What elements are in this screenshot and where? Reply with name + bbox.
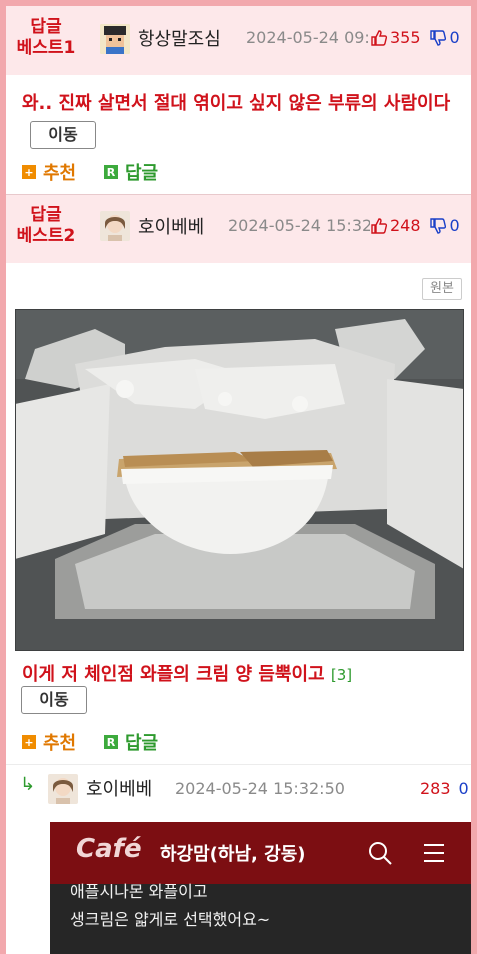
reply-arrow-icon: ↳ [20,774,36,795]
cafe-text-line: 생크림은 얇게로 선택했어요~ [70,910,271,929]
reply-label: 답글 [125,733,159,754]
like-count: 355 [390,28,421,47]
plus-square-icon: + [22,735,36,749]
attached-photo[interactable] [15,309,464,651]
move-button[interactable]: 이동 [30,121,96,149]
vote-counts: 248 0 [370,216,460,235]
divider [6,764,471,765]
reply-button[interactable]: R 답글 [104,159,158,185]
dislike-count: 0 [449,28,460,47]
r-square-icon: R [104,165,118,179]
nickname[interactable]: 항상말조심 [138,25,221,51]
recommend-label: 추천 [43,733,77,754]
best1-header: 답글 베스트1 항상말조심 2024-05-24 09:49:47 355 0 [6,6,471,75]
reply-body: 이게 저 체인점 와플의 크림 양 듬뿍이고 [3] [22,659,462,691]
dislike-count: 0 [449,216,460,235]
vote-counts: 283 0 [418,779,469,798]
move-button[interactable]: 이동 [21,686,87,714]
like-count: 283 [420,779,451,798]
avatar[interactable] [48,774,78,804]
cafe-text-line: 애플시나몬 와플이고 [70,882,208,901]
thumb-up-icon[interactable] [370,29,388,47]
avatar[interactable] [100,211,130,241]
reply-text: 이게 저 체인점 와플의 크림 양 듬뿍이고 [22,664,325,685]
vote-counts: 355 0 [370,28,460,47]
nickname[interactable]: 호이베베 [138,213,204,239]
like-count: 248 [390,216,421,235]
thumb-down-icon[interactable] [429,217,447,235]
waffle-photo-image [15,309,464,651]
original-image-button[interactable]: 원본 [422,278,462,300]
profile-photo-icon [100,211,130,241]
post-date: 2024-05-24 15:32:50 [175,779,345,798]
best2-badge-line1: 답글 [30,205,62,225]
best1-badge-line2: 베스트1 [16,38,76,58]
recommend-button[interactable]: + 추천 [22,159,76,185]
best1-badge: 답글 베스트1 [6,17,86,59]
recommend-label: 추천 [43,163,77,184]
plus-square-icon: + [22,165,36,179]
thumb-down-icon[interactable] [429,29,447,47]
best2-badge: 답글 베스트2 [6,205,86,247]
best2-header: 답글 베스트2 호이베베 2024-05-24 15:32:1 248 0 [6,195,471,263]
search-icon[interactable] [367,840,393,866]
nickname[interactable]: 호이베베 [86,775,152,801]
comment-count[interactable]: [3] [331,666,352,684]
best1-badge-line1: 답글 [30,17,62,37]
cafe-post-body: 애플시나몬 와플이고 생크림은 얇게로 선택했어요~ [50,882,471,954]
profile-photo-icon [48,774,78,804]
post-date: 2024-05-24 15:32:1 [228,216,388,235]
comment-frame: 답글 베스트1 항상말조심 2024-05-24 09:49:47 355 0 [6,6,471,954]
best2-badge-line2: 베스트2 [16,226,76,246]
menu-icon[interactable] [422,842,446,864]
reply-body: 와.. 진짜 살면서 절대 엮이고 싶지 않은 부류의 사람이다 이동 [22,88,462,150]
dislike-count: 0 [458,779,469,798]
pixel-avatar-icon [100,24,130,54]
reply-label: 답글 [125,163,159,184]
reply-text: 와.. 진짜 살면서 절대 엮이고 싶지 않은 부류의 사람이다 [22,93,451,114]
cafe-logo: Café [76,834,142,864]
r-square-icon: R [104,735,118,749]
reply-button[interactable]: R 답글 [104,729,158,755]
thumb-up-icon[interactable] [370,217,388,235]
avatar[interactable] [100,24,130,54]
recommend-button[interactable]: + 추천 [22,729,76,755]
cafe-header: Café 하강맘(하남, 강동) [50,822,471,884]
cafe-title: 하강맘(하남, 강동) [160,844,306,865]
